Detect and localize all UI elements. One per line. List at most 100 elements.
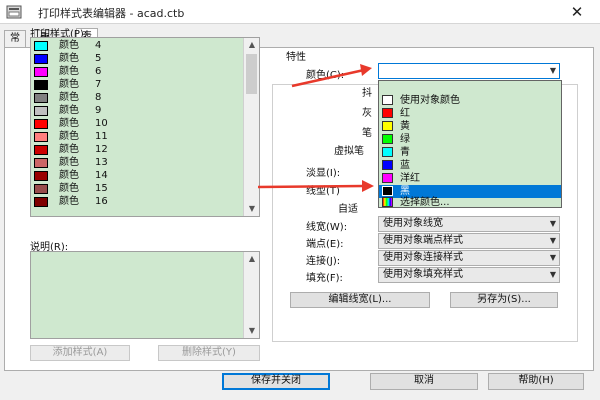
color-swatch (382, 186, 393, 196)
lineend-value: 使用对象端点样式 (383, 235, 463, 246)
chevron-down-icon[interactable]: ▼ (550, 268, 556, 282)
color-swatch (34, 106, 48, 116)
color-option[interactable]: 使用对象颜色 (379, 94, 561, 107)
virtual-pen-label: 虚拟笔 (334, 146, 364, 157)
chevron-down-icon[interactable]: ▼ (550, 217, 556, 231)
style-name: 颜色 (59, 53, 79, 64)
cancel-button[interactable]: 取消 (370, 373, 478, 390)
lineweight-label: 线宽(W): (306, 222, 348, 233)
color-swatch (382, 147, 393, 157)
list-item[interactable]: 颜色 13 (31, 157, 243, 169)
style-number: 11 (95, 131, 108, 142)
delete-style-button[interactable]: 删除样式(Y) (158, 345, 260, 361)
color-swatch (34, 145, 48, 155)
save-as-button[interactable]: 另存为(S)... (450, 292, 558, 308)
color-dropdown-list[interactable]: 使用对象颜色 红 黄 绿 青 蓝 洋红 黑 选择颜色... (378, 80, 562, 208)
color-swatch (382, 95, 393, 105)
style-name: 颜色 (59, 79, 79, 90)
style-number: 8 (95, 92, 102, 103)
style-number: 4 (95, 40, 102, 51)
color-swatch (34, 132, 48, 142)
style-name: 颜色 (59, 157, 79, 168)
help-button[interactable]: 帮助(H) (488, 373, 584, 390)
tab-general[interactable]: 常规 (4, 30, 26, 60)
scroll-down-icon[interactable]: ▼ (244, 324, 260, 338)
style-number: 10 (95, 118, 108, 129)
color-swatch (34, 93, 48, 103)
color-swatch (34, 184, 48, 194)
color-option-label: 青 (400, 147, 410, 158)
description-scrollbar[interactable]: ▲ ▼ (243, 252, 259, 338)
linejoin-value: 使用对象连接样式 (383, 252, 463, 263)
fill-label: 填充(F): (306, 273, 343, 284)
color-swatch (34, 171, 48, 181)
linejoin-select[interactable]: 使用对象连接样式 ▼ (378, 250, 560, 266)
color-swatch (382, 134, 393, 144)
pen-label: 笔 (362, 128, 372, 139)
description-field[interactable]: ▲ ▼ (30, 251, 260, 339)
list-item[interactable]: 颜色 14 (31, 170, 243, 182)
list-item[interactable]: 颜色 15 (31, 183, 243, 195)
list-item[interactable]: 颜色 11 (31, 131, 243, 143)
list-item[interactable]: 颜色 10 (31, 118, 243, 130)
style-name: 颜色 (59, 92, 79, 103)
color-swatch (34, 67, 48, 77)
scroll-thumb[interactable] (246, 54, 257, 94)
color-option[interactable]: 洋红 (379, 172, 561, 185)
add-style-button[interactable]: 添加样式(A) (30, 345, 130, 361)
color-option[interactable]: 黄 (379, 120, 561, 133)
color-picker-icon (382, 197, 393, 207)
properties-group-title: 特性 (284, 48, 308, 63)
style-number: 13 (95, 157, 108, 168)
list-item[interactable]: 颜色 5 (31, 53, 243, 65)
lineweight-value: 使用对象线宽 (383, 218, 443, 229)
color-swatch (34, 119, 48, 129)
color-swatch (34, 197, 48, 207)
fill-value: 使用对象填充样式 (383, 269, 463, 280)
color-swatch (382, 173, 393, 183)
title-bar: 打印样式表编辑器 - acad.ctb ✕ (0, 0, 600, 24)
list-item[interactable]: 颜色 6 (31, 66, 243, 78)
chevron-down-icon[interactable]: ▼ (550, 251, 556, 265)
list-item[interactable]: 颜色 9 (31, 105, 243, 117)
scroll-down-icon[interactable]: ▼ (244, 202, 259, 216)
lineweight-select[interactable]: 使用对象线宽 ▼ (378, 216, 560, 232)
chevron-down-icon[interactable]: ▼ (550, 64, 556, 78)
style-number: 5 (95, 53, 102, 64)
list-item[interactable]: 颜色 8 (31, 92, 243, 104)
color-select[interactable]: ▼ (378, 63, 560, 79)
color-option[interactable]: 蓝 (379, 159, 561, 172)
dither-label: 抖 (362, 88, 372, 99)
lineend-select[interactable]: 使用对象端点样式 ▼ (378, 233, 560, 249)
style-name: 颜色 (59, 66, 79, 77)
style-name: 颜色 (59, 170, 79, 181)
list-item[interactable]: 颜色 16 (31, 196, 243, 208)
color-option-label: 使用对象颜色 (400, 95, 460, 106)
list-item[interactable]: 颜色 12 (31, 144, 243, 156)
color-swatch (34, 54, 48, 64)
edit-lineweight-button[interactable]: 编辑线宽(L)... (290, 292, 430, 308)
close-icon[interactable]: ✕ (562, 1, 592, 23)
print-styles-list[interactable]: 颜色 4 颜色 5 颜色 6 颜色 7 颜色 8 颜色 9 颜色 10 颜色 1… (30, 37, 260, 217)
color-option[interactable]: 红 (379, 107, 561, 120)
color-swatch (382, 121, 393, 131)
style-name: 颜色 (59, 196, 79, 207)
save-close-button[interactable]: 保存并关闭 (222, 373, 330, 390)
color-option[interactable]: 选择颜色... (379, 196, 561, 209)
style-number: 9 (95, 105, 102, 116)
lineend-label: 端点(E): (306, 239, 344, 250)
color-option[interactable]: 青 (379, 146, 561, 159)
style-name: 颜色 (59, 183, 79, 194)
chevron-down-icon[interactable]: ▼ (550, 234, 556, 248)
list-item[interactable]: 颜色 4 (31, 40, 243, 52)
fill-select[interactable]: 使用对象填充样式 ▼ (378, 267, 560, 283)
color-option-label: 黄 (400, 121, 410, 132)
scroll-up-icon[interactable]: ▲ (244, 252, 260, 266)
scroll-up-icon[interactable]: ▲ (244, 38, 259, 52)
list-scrollbar[interactable]: ▲ ▼ (243, 38, 259, 216)
color-option[interactable]: 绿 (379, 133, 561, 146)
color-option-label: 红 (400, 108, 410, 119)
list-item[interactable]: 颜色 7 (31, 79, 243, 91)
color-swatch (382, 108, 393, 118)
color-swatch (382, 160, 393, 170)
